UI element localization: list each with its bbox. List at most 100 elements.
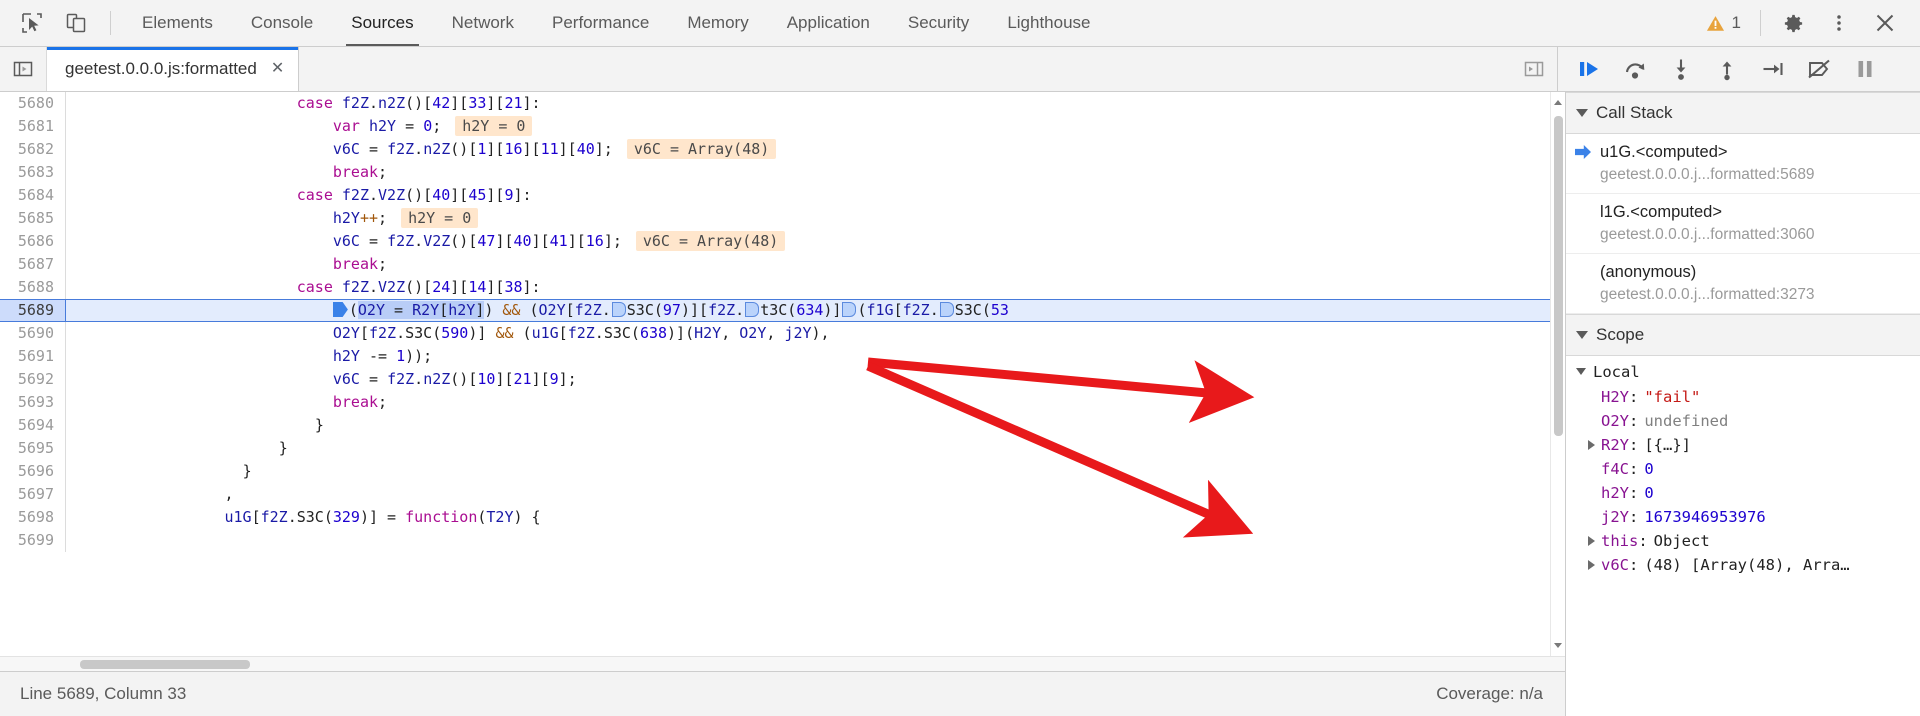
line-number[interactable]: 5691 [0, 345, 66, 368]
code-line[interactable]: 5687 break; [0, 253, 1565, 276]
code-line[interactable]: 5680 case f2Z.n2Z()[42][33][21]: [0, 92, 1565, 115]
call-stack-frame[interactable]: l1G.<computed> geetest.0.0.0.j...formatte… [1566, 194, 1920, 254]
close-icon[interactable]: ✕ [271, 61, 284, 77]
scope-variable[interactable]: h2Y:0 [1566, 481, 1920, 505]
line-number[interactable]: 5693 [0, 391, 66, 414]
code-line[interactable]: 5690 O2Y[f2Z.S3C(590)] && (u1G[f2Z.S3C(6… [0, 322, 1565, 345]
code-line[interactable]: 5699 [0, 529, 1565, 552]
chevron-right-icon[interactable] [1588, 559, 1595, 570]
close-icon[interactable] [1862, 0, 1908, 46]
code-line[interactable]: 5695 } [0, 437, 1565, 460]
scope-variable[interactable]: f4C:0 [1566, 457, 1920, 481]
code-line[interactable]: 5683 break; [0, 161, 1565, 184]
code-line[interactable]: 5681 var h2Y = 0; h2Y = 0 [0, 115, 1565, 138]
scope-section-header[interactable]: Scope [1566, 313, 1920, 356]
gear-icon[interactable] [1770, 0, 1816, 46]
code-line[interactable]: 5692 v6C = f2Z.n2Z()[10][21][9]; [0, 368, 1565, 391]
scope-variable-value: undefined [1644, 411, 1729, 430]
inline-expand-icon[interactable] [611, 302, 626, 317]
more-vertical-icon[interactable] [1816, 0, 1862, 46]
code-token: break [332, 393, 379, 411]
chevron-right-icon[interactable] [1588, 439, 1595, 450]
line-number[interactable]: 5692 [0, 368, 66, 391]
scope-group-local[interactable]: Local [1566, 359, 1920, 385]
code-line[interactable]: 5696 } [0, 460, 1565, 483]
code-line-executing[interactable]: 5689 (O2Y = R2Y[h2Y]) && (O2Y[f2Z. S3C(97… [0, 299, 1565, 322]
line-number[interactable]: 5687 [0, 253, 66, 276]
cursor-position: Line 5689, Column 33 [20, 684, 187, 703]
inspect-element-icon[interactable] [10, 3, 54, 43]
code-token: ][ [450, 94, 469, 112]
line-number[interactable]: 5686 [0, 230, 66, 253]
line-number[interactable]: 5681 [0, 115, 66, 138]
chevron-right-icon[interactable] [1588, 535, 1595, 546]
tab-performance[interactable]: Performance [533, 0, 668, 46]
line-number[interactable]: 5690 [0, 322, 66, 345]
code-line[interactable]: 5693 break; [0, 391, 1565, 414]
line-number[interactable]: 5684 [0, 184, 66, 207]
code-line[interactable]: 5688 case f2Z.V2Z()[24][14][38]: [0, 276, 1565, 299]
line-number[interactable]: 5685 [0, 207, 66, 230]
file-tab-geetest[interactable]: geetest.0.0.0.js:formatted ✕ [47, 47, 300, 91]
tab-lighthouse[interactable]: Lighthouse [988, 0, 1109, 46]
code-token: u1G [531, 324, 559, 342]
warning-indicator[interactable]: 1 [1696, 13, 1751, 33]
tab-console[interactable]: Console [232, 0, 332, 46]
line-number[interactable]: 5689 [0, 299, 66, 322]
code-line[interactable]: 5694 } [0, 414, 1565, 437]
tab-security[interactable]: Security [889, 0, 988, 46]
line-number[interactable]: 5680 [0, 92, 66, 115]
scope-variable[interactable]: v6C: (48) [Array(48), Arra… [1566, 553, 1920, 577]
editor-vscroll-thumb[interactable] [1554, 116, 1563, 436]
pause-icon[interactable] [1842, 47, 1888, 91]
line-number[interactable]: 5699 [0, 529, 66, 552]
line-number[interactable]: 5688 [0, 276, 66, 299]
line-number[interactable]: 5694 [0, 414, 66, 437]
step-over-icon[interactable] [1612, 47, 1658, 91]
tab-sources[interactable]: Sources [332, 0, 432, 46]
scope-variable[interactable]: O2Y: undefined [1566, 409, 1920, 433]
step-out-icon[interactable] [1704, 47, 1750, 91]
scope-variable[interactable]: R2Y: [{…}] [1566, 433, 1920, 457]
call-stack-frame[interactable]: u1G.<computed> geetest.0.0.0.j...formatte… [1566, 134, 1920, 194]
line-number[interactable]: 5696 [0, 460, 66, 483]
sidebar-scrollbar[interactable] [1915, 92, 1920, 716]
deactivate-breakpoints-icon[interactable] [1796, 47, 1842, 91]
line-number[interactable]: 5682 [0, 138, 66, 161]
code-token: ][ [531, 370, 550, 388]
inline-expand-icon[interactable] [745, 302, 760, 317]
tab-application[interactable]: Application [768, 0, 889, 46]
code-token: break [332, 255, 379, 273]
code-line[interactable]: 5686 v6C = f2Z.V2Z()[47][40][41][16]; v6C… [0, 230, 1565, 253]
line-number[interactable]: 5695 [0, 437, 66, 460]
line-number[interactable]: 5698 [0, 506, 66, 529]
tab-network[interactable]: Network [433, 0, 533, 46]
call-stack-frame[interactable]: (anonymous) geetest.0.0.0.j...formatted:3… [1566, 254, 1920, 314]
inline-expand-icon[interactable] [842, 302, 857, 317]
device-toolbar-icon[interactable] [54, 3, 98, 43]
code-line[interactable]: 5684 case f2Z.V2Z()[40][45][9]: [0, 184, 1565, 207]
scope-variable[interactable]: this: Object [1566, 529, 1920, 553]
tab-memory[interactable]: Memory [668, 0, 767, 46]
code-viewport[interactable]: 5680 case f2Z.n2Z()[42][33][21]: 5681 var… [0, 92, 1565, 656]
code-line[interactable]: 5682 v6C = f2Z.n2Z()[1][16][11][40]; v6C … [0, 138, 1565, 161]
tab-elements[interactable]: Elements [123, 0, 232, 46]
line-number[interactable]: 5697 [0, 483, 66, 506]
editor-vertical-scrollbar[interactable] [1550, 92, 1565, 656]
scope-variable[interactable]: H2Y: "fail" [1566, 385, 1920, 409]
scope-variable[interactable]: j2Y:1673946953976 [1566, 505, 1920, 529]
line-number[interactable]: 5683 [0, 161, 66, 184]
call-stack-section-header[interactable]: Call Stack [1566, 92, 1920, 134]
resume-icon[interactable] [1566, 47, 1612, 91]
code-line[interactable]: 5685 h2Y++; h2Y = 0 [0, 207, 1565, 230]
step-icon[interactable] [1750, 47, 1796, 91]
show-debugger-sidebar-icon[interactable] [1511, 47, 1557, 91]
inline-expand-icon[interactable] [939, 302, 954, 317]
code-line[interactable]: 5691 h2Y -= 1)); [0, 345, 1565, 368]
code-line[interactable]: 5698 u1G[f2Z.S3C(329)] = function(T2Y) { [0, 506, 1565, 529]
editor-horizontal-scrollbar[interactable] [0, 656, 1565, 671]
code-line[interactable]: 5697 , [0, 483, 1565, 506]
show-navigator-icon[interactable] [0, 47, 47, 91]
editor-hscroll-thumb[interactable] [80, 660, 250, 669]
step-into-icon[interactable] [1658, 47, 1704, 91]
